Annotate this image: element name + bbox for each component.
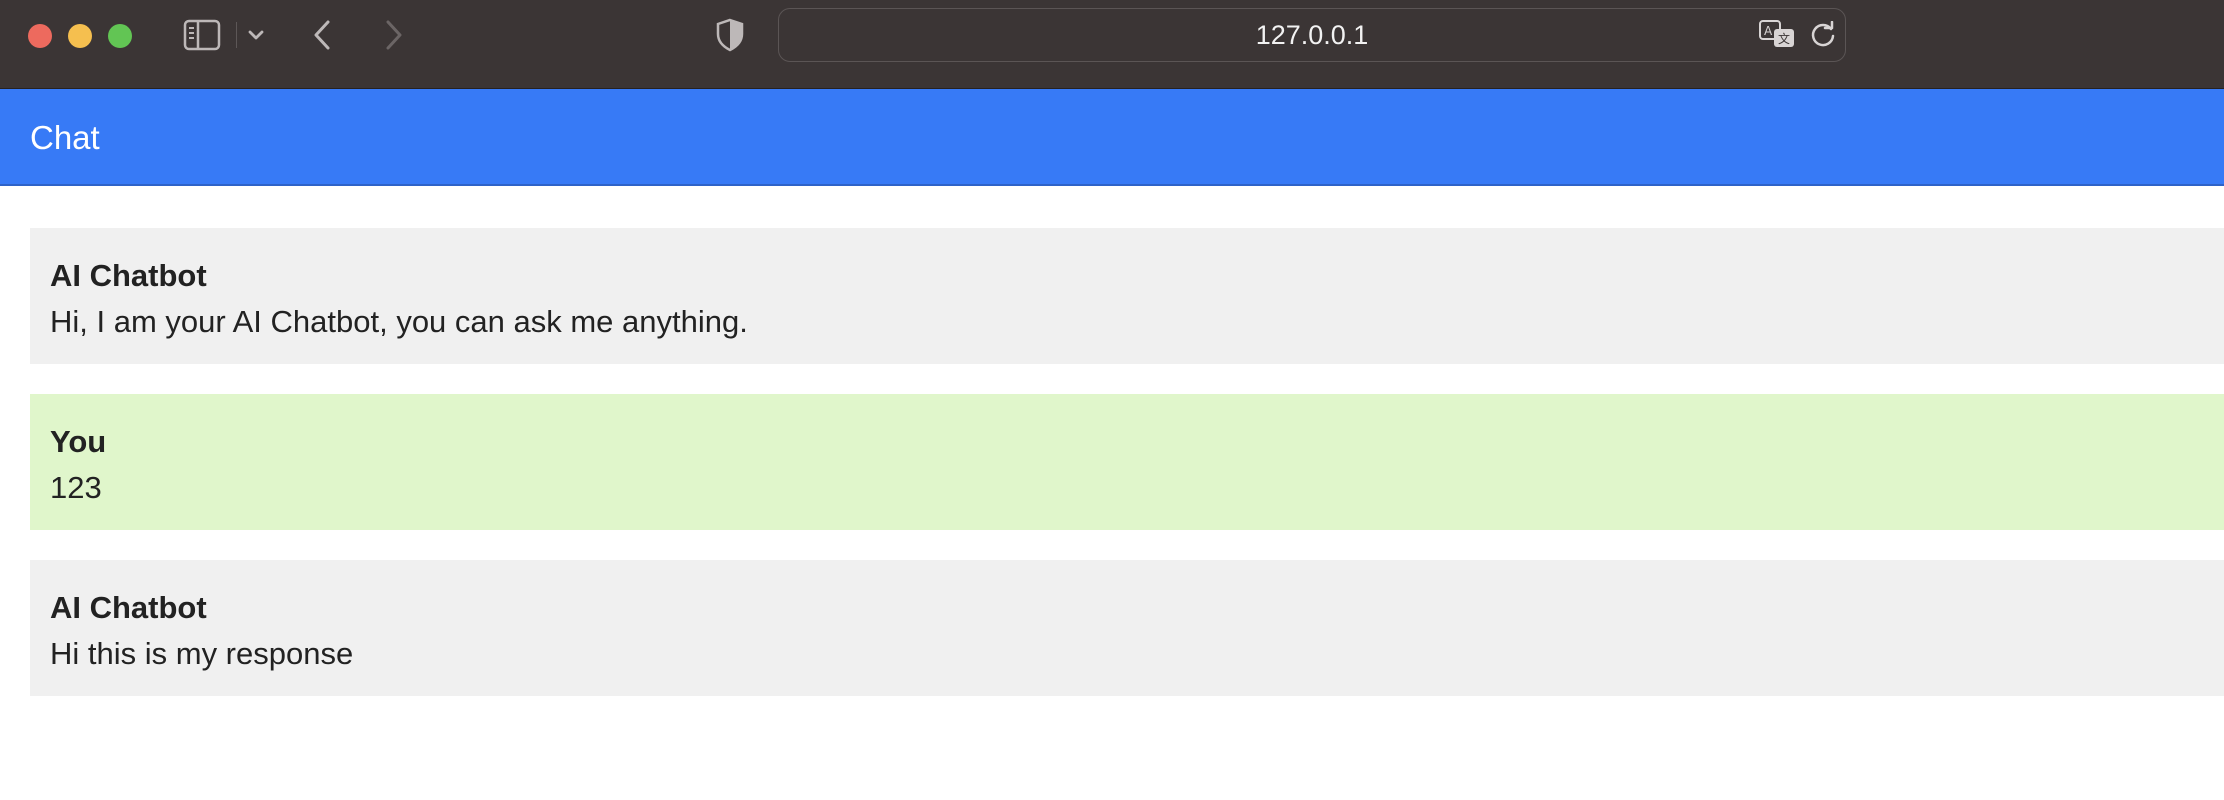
page-title: Chat [30,118,100,156]
address-bar[interactable]: 127.0.0.1 [778,8,1846,62]
reload-icon[interactable] [1808,20,1838,50]
chat-message-user: You 123 [30,394,2224,530]
message-text: Hi, I am your AI Chatbot, you can ask me… [50,304,748,339]
back-icon[interactable] [308,16,336,54]
translate-icon[interactable]: A 文 [1758,18,1798,52]
shield-icon[interactable] [712,16,748,54]
chat-message-list: AI Chatbot Hi, I am your AI Chatbot, you… [30,228,2224,726]
browser-toolbar: 127.0.0.1 A 文 [0,0,2224,89]
message-sender: You [50,424,107,459]
toolbar-divider [236,22,237,48]
close-window-button[interactable] [28,24,52,48]
sidebar-icon[interactable] [182,18,222,52]
forward-icon[interactable] [380,16,408,54]
message-sender: AI Chatbot [50,258,207,293]
zoom-window-button[interactable] [108,24,132,48]
message-sender: AI Chatbot [50,590,207,625]
svg-text:A: A [1764,24,1773,38]
chat-message-bot: AI Chatbot Hi, I am your AI Chatbot, you… [30,228,2224,364]
address-url[interactable]: 127.0.0.1 [779,9,1845,61]
message-text: 123 [50,470,102,505]
app-header: Chat [0,89,2224,186]
minimize-window-button[interactable] [68,24,92,48]
message-text: Hi this is my response [50,636,354,671]
chevron-down-icon[interactable] [244,22,268,48]
chat-message-bot: AI Chatbot Hi this is my response [30,560,2224,696]
svg-text:文: 文 [1778,31,1790,46]
